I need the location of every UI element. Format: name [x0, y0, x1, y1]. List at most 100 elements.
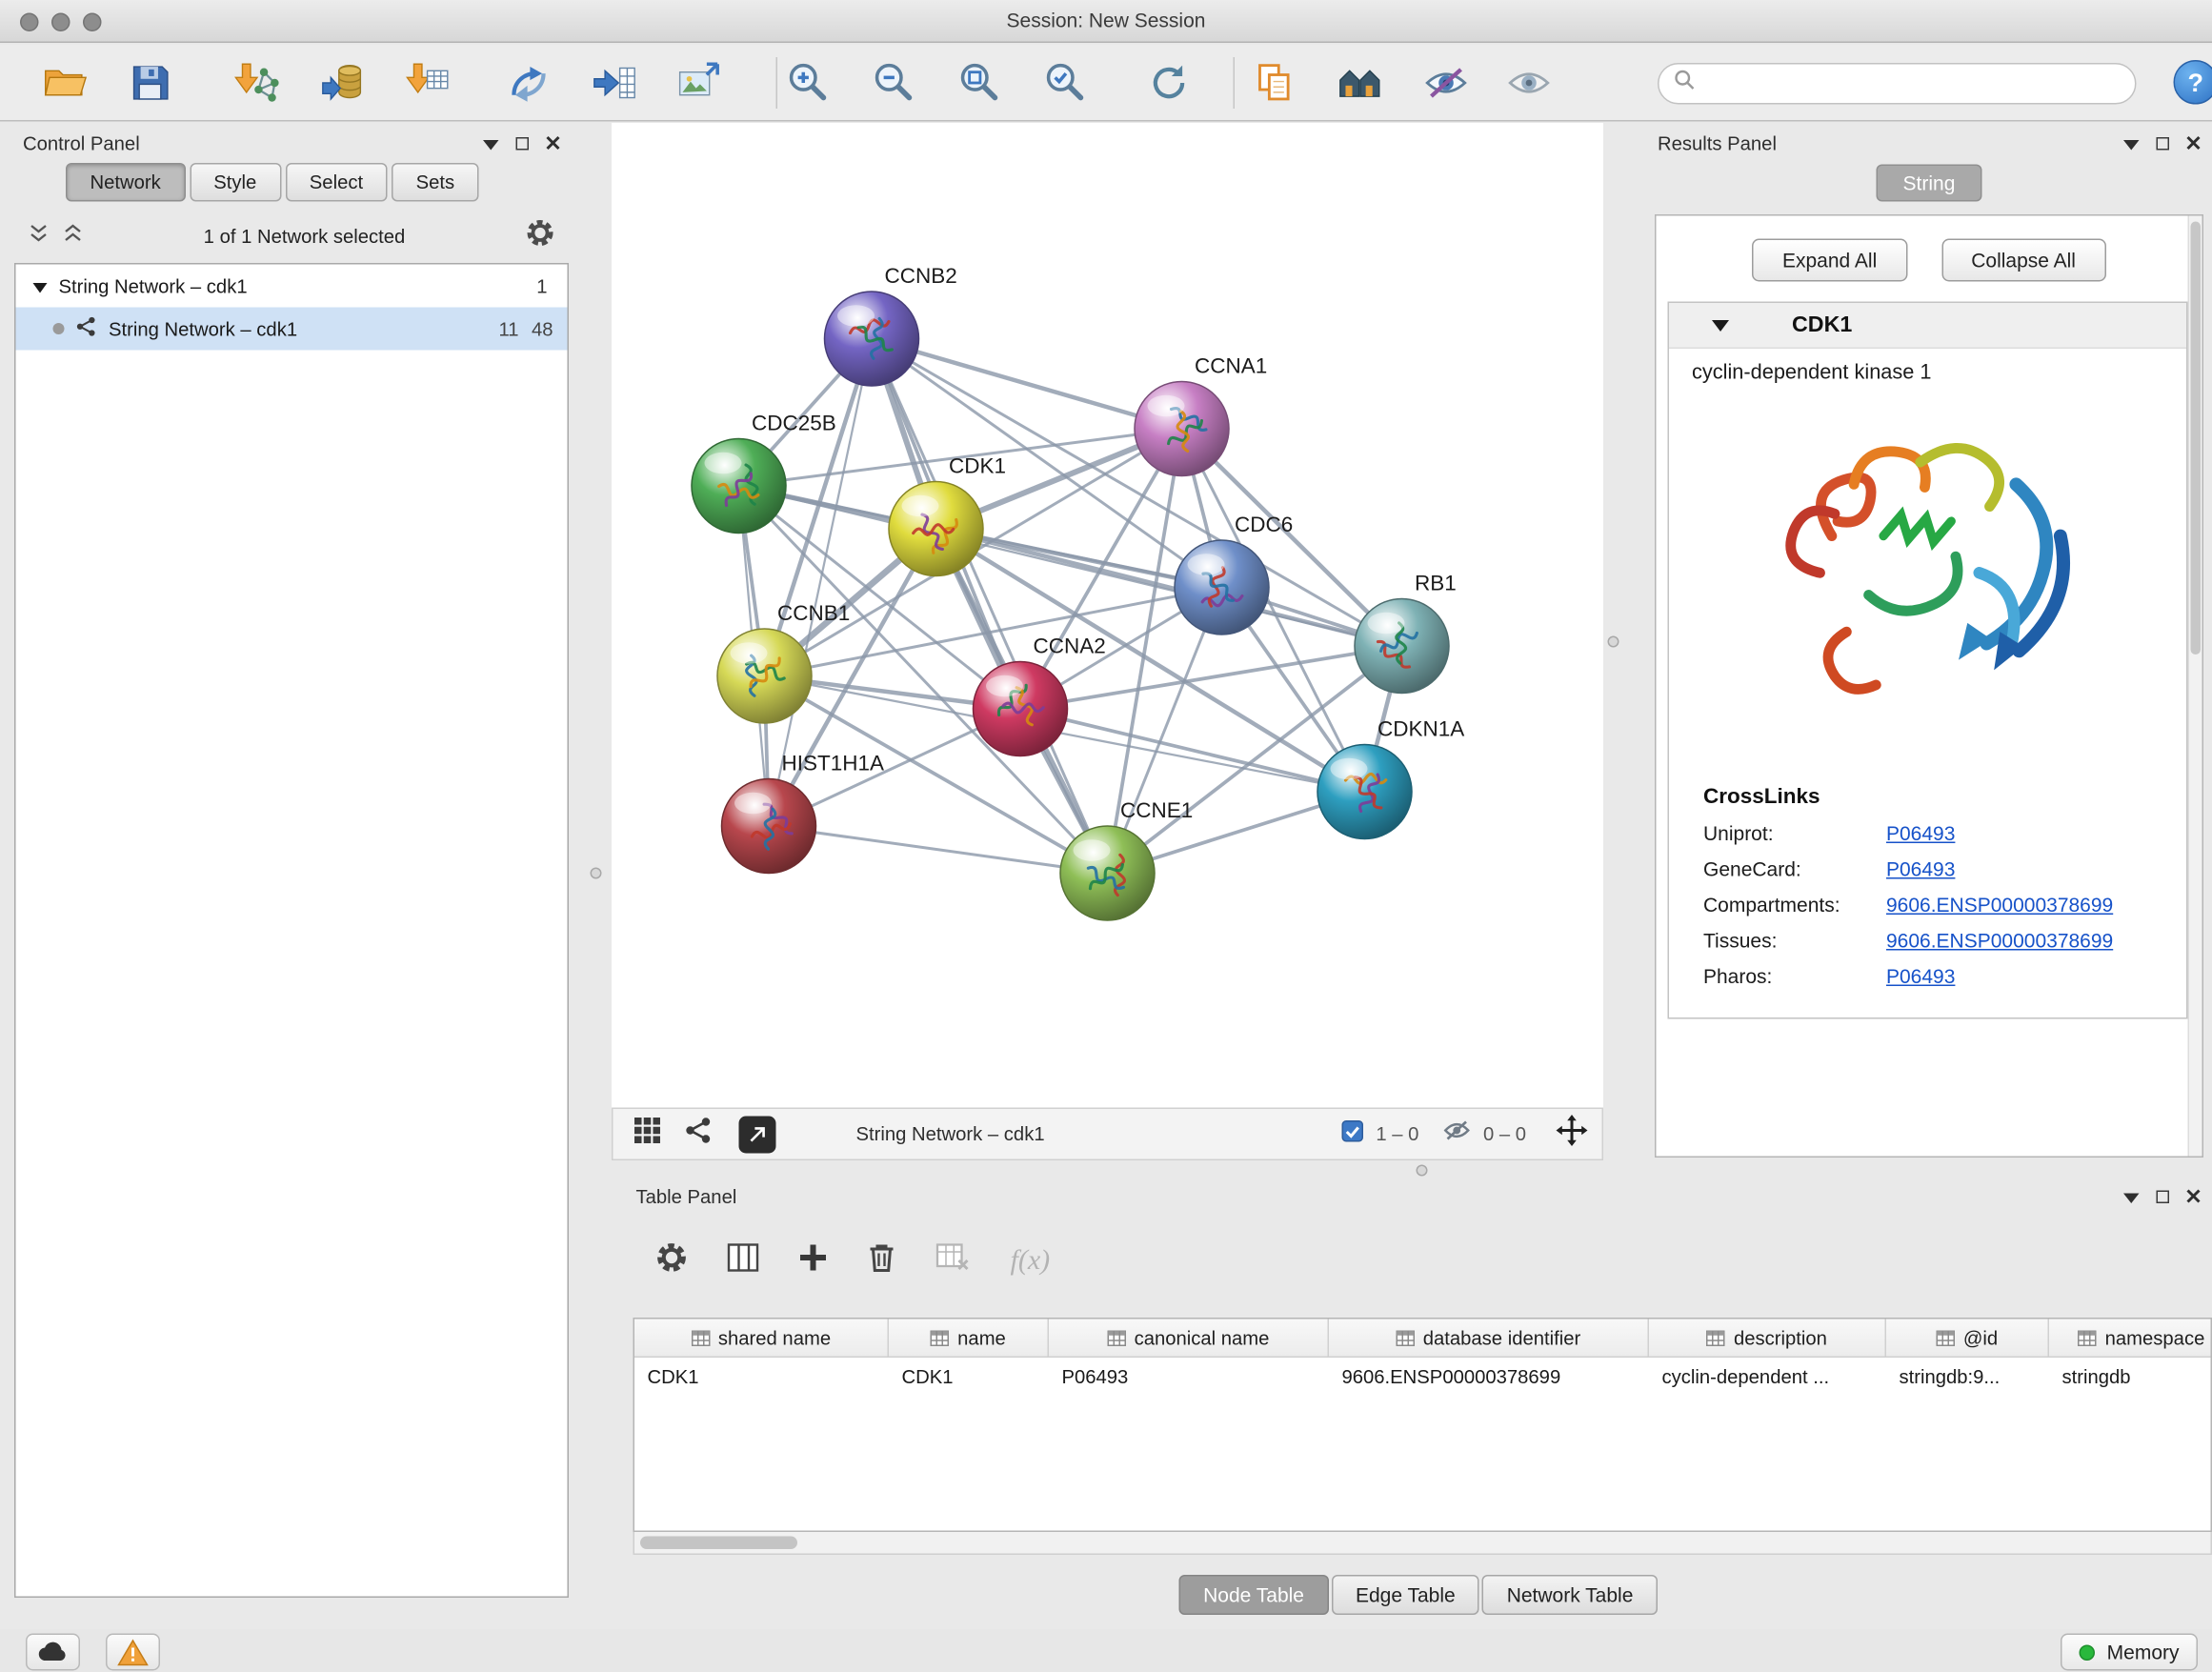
collapse-all-button[interactable]: Collapse All: [1941, 239, 2106, 282]
search-input[interactable]: [1705, 68, 2136, 99]
network-row-selected[interactable]: String Network – cdk1 11 48: [16, 308, 568, 351]
crosslink-value-link[interactable]: P06493: [1886, 822, 1955, 845]
search-icon: [1674, 69, 1697, 99]
column-header-name[interactable]: name: [889, 1319, 1049, 1357]
open-session-button[interactable]: [40, 59, 89, 108]
network-node-RB1[interactable]: RB1: [1355, 572, 1457, 694]
panel-menu-icon[interactable]: [2123, 1185, 2140, 1207]
table-horizontal-scrollbar[interactable]: [633, 1532, 2212, 1555]
results-scrollbar-thumb[interactable]: [2191, 222, 2202, 655]
panel-close-icon[interactable]: [2186, 132, 2201, 154]
tab-style[interactable]: Style: [190, 163, 281, 202]
crosslink-value-link[interactable]: 9606.ENSP00000378699: [1886, 929, 2113, 952]
network-node-CDK1[interactable]: CDK1: [889, 454, 1006, 576]
zoom-fit-button[interactable]: [955, 59, 1003, 108]
panel-menu-icon[interactable]: [483, 132, 499, 154]
tab-node-table[interactable]: Node Table: [1179, 1575, 1329, 1615]
crosslink-label: Pharos:: [1703, 965, 1886, 988]
home-button[interactable]: [1337, 59, 1385, 108]
panel-close-icon[interactable]: [2186, 1185, 2201, 1207]
save-session-button[interactable]: [126, 59, 174, 108]
column-header-namespace[interactable]: namespace: [2049, 1319, 2212, 1357]
results-scrollbar[interactable]: [2188, 216, 2202, 1157]
add-column-icon[interactable]: [799, 1242, 828, 1279]
panel-float-icon[interactable]: [2157, 136, 2170, 150]
left-splitter-grip[interactable]: [591, 868, 602, 879]
refresh-button[interactable]: [1145, 59, 1194, 108]
column-header--id[interactable]: @id: [1886, 1319, 2049, 1357]
tab-sets[interactable]: Sets: [392, 163, 479, 202]
panel-float-icon[interactable]: [516, 136, 530, 150]
selected-checkbox-icon[interactable]: [1341, 1119, 1363, 1148]
gear-icon[interactable]: [526, 219, 554, 255]
export-image-button[interactable]: [674, 59, 722, 108]
crosslink-value-link[interactable]: P06493: [1886, 965, 1955, 988]
show-all-button[interactable]: [1505, 59, 1554, 108]
crosslink-value-link[interactable]: 9606.ENSP00000378699: [1886, 894, 2113, 917]
network-node-CCNB2[interactable]: CCNB2: [825, 264, 957, 386]
network-node-HIST1H1A[interactable]: HIST1H1A: [722, 752, 885, 874]
crosslink-value-link[interactable]: P06493: [1886, 857, 1955, 880]
network-node-CCNA1[interactable]: CCNA1: [1135, 354, 1267, 476]
collapse-all-icon[interactable]: [29, 223, 49, 251]
table-settings-gear-icon[interactable]: [656, 1241, 688, 1280]
zoom-selected-button[interactable]: [1040, 59, 1089, 108]
column-header-shared-name[interactable]: shared name: [634, 1319, 889, 1357]
title-bar: Session: New Session: [0, 0, 2212, 43]
import-network-file-button[interactable]: [233, 59, 282, 108]
panel-menu-icon[interactable]: [2123, 132, 2140, 154]
expand-all-icon[interactable]: [63, 223, 83, 251]
hide-selected-button[interactable]: [1422, 59, 1471, 108]
zoom-out-button[interactable]: [869, 59, 917, 108]
node-count: 11: [485, 318, 519, 340]
expand-all-button[interactable]: Expand All: [1752, 239, 1906, 282]
toolbar-separator: [776, 57, 778, 109]
control-panel-tabs: NetworkStyleSelectSets: [11, 163, 572, 202]
network-view[interactable]: CCNB2CCNA1CDC25BCDK1CDC6RB1CCNB1CCNA2CDK…: [612, 123, 1603, 1108]
help-button[interactable]: ?: [2174, 60, 2212, 105]
current-network-dot: [53, 323, 65, 334]
network-tools-button[interactable]: [505, 59, 553, 108]
disclosure-triangle-icon[interactable]: [33, 275, 48, 297]
crosslink-row: Uniprot:P06493: [1703, 822, 2186, 845]
bottom-splitter-grip[interactable]: [1417, 1165, 1428, 1177]
window-title: Session: New Session: [0, 9, 2212, 31]
column-header-label: namespace: [2105, 1327, 2205, 1349]
zoom-in-button[interactable]: [783, 59, 832, 108]
column-header-canonical-name[interactable]: canonical name: [1049, 1319, 1329, 1357]
hidden-eye-slash-icon[interactable]: [1443, 1119, 1471, 1150]
duplicate-page-button[interactable]: [1251, 59, 1299, 108]
tab-edge-table[interactable]: Edge Table: [1331, 1575, 1479, 1615]
delete-table-icon[interactable]: [936, 1242, 971, 1279]
network-node-CDKN1A[interactable]: CDKN1A: [1317, 717, 1464, 839]
memory-button[interactable]: Memory: [2061, 1634, 2198, 1671]
tab-select[interactable]: Select: [285, 163, 387, 202]
tab-string[interactable]: String: [1876, 165, 1982, 202]
open-in-new-window-button[interactable]: [739, 1116, 776, 1153]
network-collection-row[interactable]: String Network – cdk1 1: [16, 265, 568, 308]
warnings-button[interactable]: [106, 1634, 160, 1671]
protein-section-header[interactable]: CDK1: [1669, 303, 2186, 349]
column-header-description[interactable]: description: [1649, 1319, 1886, 1357]
section-disclosure-icon[interactable]: [1712, 312, 1729, 338]
right-splitter-grip[interactable]: [1608, 636, 1619, 648]
selected-count: 1 – 0: [1376, 1123, 1418, 1145]
table-row[interactable]: CDK1CDK1P064939606.ENSP00000378699cyclin…: [634, 1358, 2211, 1397]
function-builder-icon[interactable]: f(x): [1011, 1244, 1051, 1278]
pan-move-icon[interactable]: [1557, 1115, 1588, 1154]
delete-column-trash-icon[interactable]: [868, 1241, 896, 1280]
import-table-button[interactable]: [405, 59, 453, 108]
panel-close-icon[interactable]: [546, 132, 560, 154]
panel-float-icon[interactable]: [2157, 1190, 2170, 1203]
import-network-database-button[interactable]: [319, 59, 368, 108]
column-header-database-identifier[interactable]: database identifier: [1329, 1319, 1649, 1357]
tab-network[interactable]: Network: [66, 163, 185, 202]
tab-network-table[interactable]: Network Table: [1482, 1575, 1658, 1615]
network-share-icon[interactable]: [685, 1117, 714, 1153]
table-scrollbar-thumb[interactable]: [640, 1536, 797, 1549]
cloud-button[interactable]: [26, 1634, 80, 1671]
network-graph[interactable]: CCNB2CCNA1CDC25BCDK1CDC6RB1CCNB1CCNA2CDK…: [612, 123, 1603, 1108]
export-table-button[interactable]: [591, 59, 639, 108]
show-columns-icon[interactable]: [728, 1242, 759, 1279]
birds-eye-view-icon[interactable]: [633, 1117, 662, 1153]
